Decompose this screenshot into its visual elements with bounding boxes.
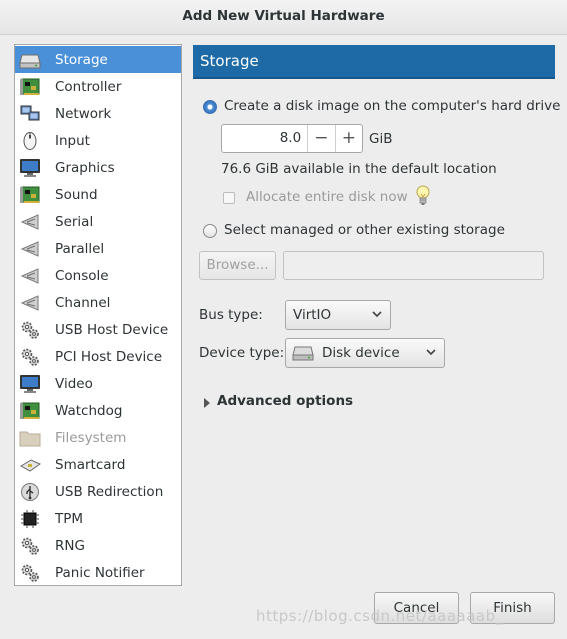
sidebar-item-pci-host-device[interactable]: PCI Host Device: [15, 343, 181, 370]
sidebar-item-label: TPM: [55, 510, 84, 527]
sidebar-item-serial[interactable]: Serial: [15, 208, 181, 235]
smartcard-icon: [19, 455, 41, 475]
hard-disk-icon: [292, 345, 314, 361]
increment-button[interactable]: +: [334, 125, 362, 152]
sidebar-item-parallel[interactable]: Parallel: [15, 235, 181, 262]
chevron-down-icon: [426, 349, 436, 356]
sidebar-item-controller[interactable]: Controller: [15, 73, 181, 100]
sidebar-item-label: USB Redirection: [55, 483, 164, 500]
create-disk-radio[interactable]: [203, 100, 217, 114]
sidebar-item-console[interactable]: Console: [15, 262, 181, 289]
channel-port-icon: [19, 293, 41, 313]
parallel-port-icon: [19, 239, 41, 259]
gear-icon: [19, 536, 41, 556]
hard-disk-icon: [19, 50, 41, 70]
network-icon: [19, 104, 41, 124]
sidebar-item-label: Controller: [55, 78, 122, 95]
sidebar-item-label: Network: [55, 105, 112, 122]
console-port-icon: [19, 266, 41, 286]
sound-card-icon: [19, 185, 41, 205]
hardware-type-list[interactable]: Storage Controller Network Input Graphics Sou…: [14, 44, 182, 586]
watermark-text: https://blog.csdn.net/aaaaaab_: [256, 607, 504, 625]
sidebar-item-label: Parallel: [55, 240, 105, 257]
existing-storage-radio[interactable]: [203, 224, 217, 238]
usb-icon: [19, 482, 41, 502]
browse-button[interactable]: Browse...: [199, 251, 276, 280]
expander-arrow-icon[interactable]: [203, 396, 211, 412]
sidebar-item-label: Video: [55, 375, 93, 392]
allocate-checkbox[interactable]: [223, 192, 235, 204]
mouse-icon: [19, 131, 41, 151]
sidebar-item-panic-notifier[interactable]: Panic Notifier: [15, 559, 181, 586]
watchdog-card-icon: [19, 401, 41, 421]
available-space-text: 76.6 GiB available in the default locati…: [221, 161, 497, 177]
sidebar-item-label: RNG: [55, 537, 85, 554]
sidebar-item-filesystem[interactable]: Filesystem: [15, 424, 181, 451]
sidebar-item-network[interactable]: Network: [15, 100, 181, 127]
sidebar-item-label: USB Host Device: [55, 321, 169, 338]
chip-icon: [19, 509, 41, 529]
gear-icon: [19, 347, 41, 367]
disk-size-unit: GiB: [369, 131, 393, 147]
sidebar-item-label: Storage: [55, 51, 108, 68]
device-type-value: Disk device: [322, 345, 400, 361]
sidebar-item-channel[interactable]: Channel: [15, 289, 181, 316]
sidebar-item-label: Serial: [55, 213, 94, 230]
controller-card-icon: [19, 77, 41, 97]
sidebar-item-label: Panic Notifier: [55, 564, 145, 581]
storage-path-field[interactable]: [283, 251, 544, 280]
gear-icon: [19, 320, 41, 340]
disk-size-spinner[interactable]: 8.0 − +: [221, 124, 363, 153]
sidebar-item-sound[interactable]: Sound: [15, 181, 181, 208]
bus-type-label: Bus type:: [199, 307, 263, 323]
sidebar-item-rng[interactable]: RNG: [15, 532, 181, 559]
advanced-options-expander[interactable]: Advanced options: [217, 393, 353, 409]
sidebar-item-video[interactable]: Video: [15, 370, 181, 397]
section-header: Storage: [193, 45, 555, 79]
decrement-button[interactable]: −: [307, 125, 334, 152]
lightbulb-icon: [415, 185, 431, 211]
folder-icon: [19, 428, 41, 448]
sidebar-item-label: PCI Host Device: [55, 348, 163, 365]
bus-type-dropdown[interactable]: VirtIO: [285, 300, 391, 330]
bus-type-value: VirtIO: [293, 307, 332, 323]
gear-icon: [19, 563, 41, 583]
serial-port-icon: [19, 212, 41, 232]
sidebar-item-label: Filesystem: [55, 429, 127, 446]
sidebar-item-storage[interactable]: Storage: [15, 46, 181, 73]
chevron-down-icon: [372, 311, 382, 318]
monitor-icon: [19, 158, 41, 178]
disk-size-value[interactable]: 8.0: [222, 125, 307, 152]
monitor-icon: [19, 374, 41, 394]
sidebar-item-label: Console: [55, 267, 109, 284]
sidebar-item-watchdog[interactable]: Watchdog: [15, 397, 181, 424]
sidebar-item-label: Sound: [55, 186, 98, 203]
existing-storage-label[interactable]: Select managed or other existing storage: [224, 222, 505, 238]
device-type-dropdown[interactable]: Disk device: [285, 338, 445, 368]
sidebar-item-usb-redirection[interactable]: USB Redirection: [15, 478, 181, 505]
sidebar-item-label: Input: [55, 132, 90, 149]
allocate-label: Allocate entire disk now: [246, 189, 408, 205]
sidebar-item-label: Watchdog: [55, 402, 123, 419]
sidebar-item-label: Graphics: [55, 159, 115, 176]
create-disk-label[interactable]: Create a disk image on the computer's ha…: [224, 98, 560, 114]
sidebar-item-label: Channel: [55, 294, 111, 311]
sidebar-item-graphics[interactable]: Graphics: [15, 154, 181, 181]
sidebar-item-label: Smartcard: [55, 456, 126, 473]
sidebar-item-input[interactable]: Input: [15, 127, 181, 154]
sidebar-item-tpm[interactable]: TPM: [15, 505, 181, 532]
window-title: Add New Virtual Hardware: [0, 0, 567, 35]
device-type-label: Device type:: [199, 345, 285, 361]
sidebar-item-usb-host-device[interactable]: USB Host Device: [15, 316, 181, 343]
sidebar-item-smartcard[interactable]: Smartcard: [15, 451, 181, 478]
